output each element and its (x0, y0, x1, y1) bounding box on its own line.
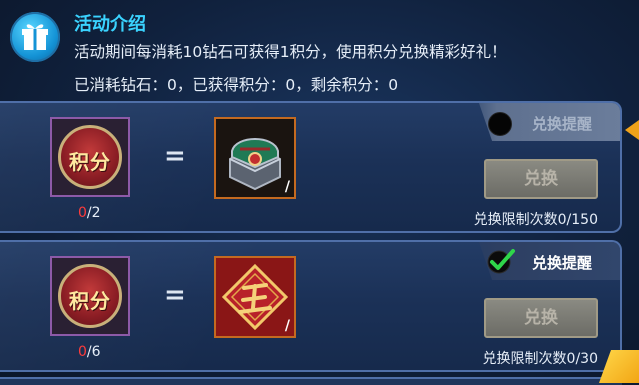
exchange-row: 兑换提醒 积分 0/6 = / 兑换 兑换限制次数0/30 (0, 240, 622, 372)
reward-item[interactable]: / (214, 117, 296, 199)
activity-intro-header: 活动介绍 活动期间每消耗10钻石可获得1积分，使用积分兑换精彩好礼！ 已消耗钻石… (0, 0, 639, 100)
points-cost-current: 0 (78, 205, 87, 221)
exchange-limit: 兑换限制次数0/150 (473, 212, 598, 228)
exchange-button[interactable]: 兑换 (484, 298, 598, 338)
remind-off-dot-icon (488, 112, 512, 136)
points-badge-icon: 积分 (50, 256, 130, 336)
reward-item[interactable]: / (214, 256, 296, 338)
gift-icon (10, 12, 60, 62)
treasure-chest-icon (229, 138, 281, 191)
check-icon (486, 247, 516, 275)
points-badge-label: 积分 (69, 289, 111, 313)
activity-description: 活动期间每消耗10钻石可获得1积分，使用积分兑换精彩好礼！ (74, 43, 507, 61)
points-cost-current: 0 (78, 344, 87, 360)
activity-stats: 已消耗钻石：0，已获得积分：0，剩余积分：0 (74, 76, 399, 94)
reward-quantity: / (284, 318, 290, 334)
exchange-row-next (0, 377, 622, 385)
king-token-icon (216, 258, 294, 336)
points-badge-icon: 积分 (50, 117, 130, 197)
remind-toggle[interactable]: 兑换提醒 (478, 242, 620, 280)
reward-quantity: / (284, 179, 290, 195)
exchange-limit: 兑换限制次数0/30 (482, 351, 598, 367)
points-cost: 0/6 (78, 344, 101, 360)
activity-title: 活动介绍 (74, 14, 146, 35)
exchange-button[interactable]: 兑换 (484, 159, 598, 199)
points-cost: 0/2 (78, 205, 101, 221)
points-badge-label: 积分 (69, 150, 111, 174)
points-cost-total: /6 (86, 344, 101, 360)
remind-label: 兑换提醒 (531, 115, 592, 133)
remind-toggle[interactable]: 兑换提醒 (478, 103, 620, 141)
equals-sign: = (164, 280, 186, 310)
exchange-row: 兑换提醒 积分 0/2 = / 兑换 兑换限制次数0/150 (0, 101, 622, 233)
points-cost-total: /2 (86, 205, 101, 221)
remind-label: 兑换提醒 (531, 254, 592, 272)
equals-sign: = (164, 141, 186, 171)
